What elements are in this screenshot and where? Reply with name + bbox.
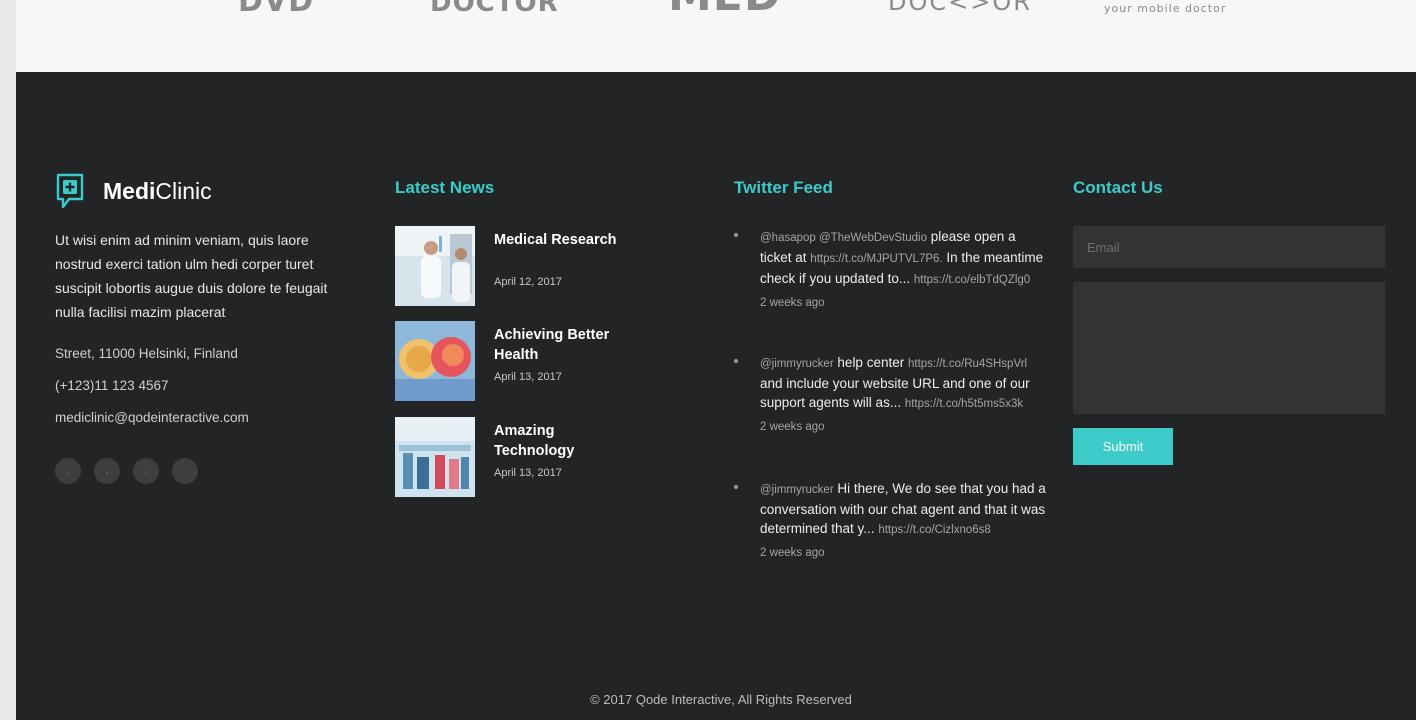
tweet-handle[interactable]: @hasapop @TheWebDevStudio [760,232,927,244]
tweet-text: help center [837,355,905,370]
social-icon[interactable] [172,458,198,484]
news-title[interactable]: Achieving Better Health [494,325,634,365]
tweet-link[interactable]: https://t.co/MJPUTVL7P6. [810,253,942,265]
twitter-feed-title: Twitter Feed [734,178,833,197]
tweet-time: 2 weeks ago [760,421,825,433]
tweet-body: @jimmyrucker Hi there, We do see that yo… [760,479,1050,563]
tweet-handle[interactable]: @jimmyrucker [760,358,834,370]
brand-name-rest: Clinic [155,177,212,204]
submit-button[interactable]: Submit [1073,428,1173,465]
address-text: Street, 11000 Helsinki, Finland [55,346,238,361]
tweet-body: @jimmyrucker help center https://t.co/Ru… [760,353,1050,437]
tweet-bullet [734,359,738,363]
tweet-time: 2 weeks ago [760,297,825,309]
phone-text[interactable]: (+123)11 123 4567 [55,376,335,408]
partner-logo[interactable]: DOC<>OR [888,0,1032,16]
partner-logo[interactable]: DVD [238,0,314,19]
social-icon[interactable]: : [133,458,159,484]
news-item[interactable]: Amazing Technology April 13, 2017 [395,417,695,497]
news-thumbnail-image[interactable] [395,417,475,497]
news-title[interactable]: Amazing Technology [494,421,634,461]
news-date: April 12, 2017 [494,276,562,288]
tweet-link[interactable]: https://t.co/Ru4SHspVrl [908,358,1027,370]
news-thumbnail-image[interactable] [395,321,475,401]
news-item[interactable]: Achieving Better Health April 13, 2017 [395,321,695,401]
news-item[interactable]: Medical Research April 12, 2017 [395,226,695,306]
news-date: April 13, 2017 [494,371,562,383]
tweet-link[interactable]: https://t.co/h5t5ms5x3k [905,398,1023,410]
tweet-handle[interactable]: @jimmyrucker [760,484,834,496]
brand-name-strong: Medi [103,177,156,204]
social-icon[interactable]: . [55,458,81,484]
social-links: . , : [55,458,211,484]
tweet-bullet [734,233,738,237]
page-left-edge [0,0,16,720]
about-description: Ut wisi enim ad minim veniam, quis laore… [55,232,328,320]
brand-name: MediClinic [103,178,212,205]
medical-cross-icon [56,173,84,209]
social-icon[interactable]: , [94,458,120,484]
tweet-link[interactable]: https://t.co/Cizlxno6s8 [878,524,991,536]
message-field[interactable] [1073,282,1385,414]
partner-logo[interactable]: MED [668,0,781,21]
tweet-time: 2 weeks ago [760,547,825,559]
news-title[interactable]: Medical Research [494,230,634,250]
partner-logos-band: DVD DOCTOR MED DOC<>OR your mobile docto… [16,0,1416,72]
contact-us-title: Contact Us [1073,178,1163,197]
site-footer: MediClinic Ut wisi enim ad minim veniam,… [16,72,1416,720]
news-date: April 13, 2017 [494,467,562,479]
footer-brand[interactable]: MediClinic [55,172,212,210]
tweet-bullet [734,485,738,489]
email-field[interactable] [1073,226,1385,268]
footer-contact-info: Street, 11000 Helsinki, Finland (+123)11… [55,344,335,440]
tweet-body: @hasapop @TheWebDevStudio please open a … [760,227,1050,313]
latest-news-title: Latest News [395,178,495,197]
email-text[interactable]: mediclinic@qodeinteractive.com [55,408,335,440]
partner-logo[interactable]: DOCTOR [430,0,559,18]
copyright-text: © 2017 Qode Interactive, All Rights Rese… [590,692,852,707]
tweet-link[interactable]: https://t.co/elbTdQZlg0 [914,274,1030,286]
news-thumbnail-image[interactable] [395,226,475,306]
partner-logo[interactable]: your mobile doctor [1104,2,1226,15]
